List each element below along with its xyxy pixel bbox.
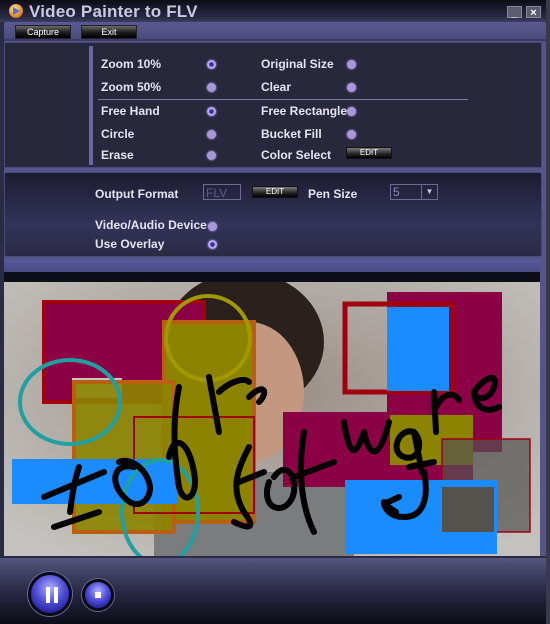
panel-divider: [89, 46, 93, 165]
stop-button[interactable]: [82, 579, 114, 611]
window-title: Video Painter to FLV: [29, 2, 198, 21]
video-drawing: [4, 282, 540, 556]
free-hand-label: Free Hand: [101, 104, 160, 118]
output-format-label: Output Format: [95, 187, 179, 201]
erase-radio[interactable]: [207, 151, 216, 160]
minimize-button[interactable]: _: [507, 6, 522, 19]
pause-button[interactable]: [28, 572, 72, 616]
output-panel: [4, 172, 542, 257]
pen-size-value: 5: [393, 185, 400, 199]
stop-icon: [95, 592, 101, 598]
blue-rectangle-left: [12, 459, 177, 504]
app-icon: [9, 4, 23, 18]
bucket-fill-radio[interactable]: [347, 130, 356, 139]
pen-size-select[interactable]: 5 ▼: [390, 184, 438, 200]
free-rectangle-label: Free Rectangle: [261, 104, 348, 118]
close-button[interactable]: ×: [526, 6, 541, 19]
video-audio-device-radio[interactable]: [208, 222, 217, 231]
color-select-label: Color Select: [261, 148, 332, 162]
progress-bar: [4, 260, 540, 272]
zoom-10-label: Zoom 10%: [101, 57, 162, 71]
use-overlay-label: Use Overlay: [95, 237, 165, 251]
color-edit-button[interactable]: EDIT: [346, 147, 392, 159]
grey-overlap: [442, 487, 494, 532]
progress-track: [4, 272, 540, 282]
circle-radio[interactable]: [207, 130, 216, 139]
original-size-label: Original Size: [261, 57, 334, 71]
window-edge: [546, 0, 550, 624]
video-audio-device-label: Video/Audio Device: [95, 218, 207, 232]
circle-label: Circle: [101, 127, 135, 141]
pen-size-label: Pen Size: [308, 187, 358, 201]
options-divider: [98, 99, 468, 100]
blue-rectangle-right-top: [387, 307, 449, 391]
clear-label: Clear: [261, 80, 292, 94]
erase-label: Erase: [101, 148, 134, 162]
bucket-fill-label: Bucket Fill: [261, 127, 322, 141]
output-format-field[interactable]: FLV: [203, 184, 241, 200]
exit-button[interactable]: Exit: [81, 25, 137, 39]
zoom-50-radio[interactable]: [207, 83, 216, 92]
capture-button[interactable]: Capture: [15, 25, 71, 39]
clear-radio[interactable]: [347, 83, 356, 92]
zoom-50-label: Zoom 50%: [101, 80, 162, 94]
use-overlay-radio[interactable]: [208, 240, 217, 249]
chevron-down-icon[interactable]: ▼: [421, 185, 437, 199]
zoom-10-radio[interactable]: [207, 60, 216, 69]
pause-icon: [46, 587, 58, 603]
free-rectangle-radio[interactable]: [347, 107, 356, 116]
video-canvas[interactable]: [4, 282, 540, 556]
format-edit-button[interactable]: EDIT: [252, 186, 298, 198]
original-size-radio[interactable]: [347, 60, 356, 69]
free-hand-radio[interactable]: [207, 107, 216, 116]
